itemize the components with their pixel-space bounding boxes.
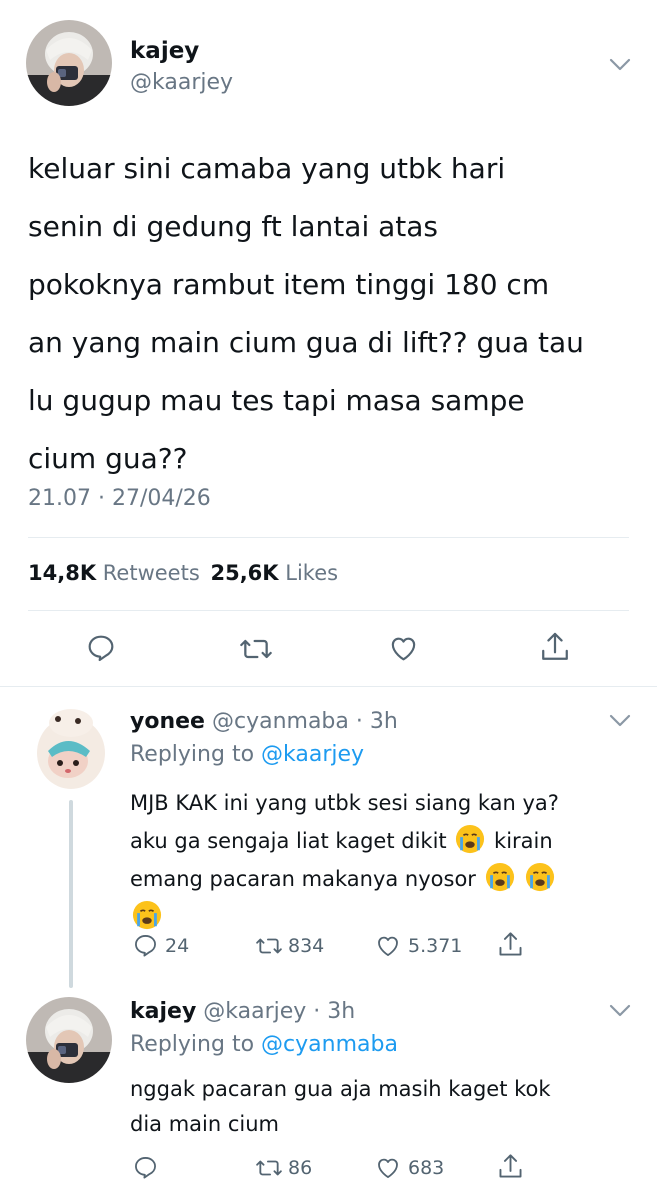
reply-reply-button[interactable] <box>132 1154 159 1181</box>
reply-share-button[interactable] <box>497 1152 524 1181</box>
replying-to: Replying to @cyanmaba <box>130 1032 398 1057</box>
reply-icon <box>88 635 114 662</box>
retweet-count: 834 <box>288 935 325 957</box>
replying-to-link[interactable]: @cyanmaba <box>261 1032 398 1057</box>
share-icon <box>542 632 568 660</box>
reply-button[interactable] <box>85 632 117 664</box>
author-name[interactable]: kajey <box>130 38 199 64</box>
reply-text-fragment: emang pacaran makanya nyosor <box>130 867 476 891</box>
likes-count[interactable]: 25,6K <box>210 561 278 585</box>
tweet-text-line: an yang main cium gua di lift?? gua tau <box>28 326 584 359</box>
chevron-down-icon[interactable] <box>609 58 631 72</box>
tweet-timestamp[interactable]: 21.07 · 27/04/26 <box>28 486 211 511</box>
reply-icon <box>135 1157 156 1179</box>
retweets-label[interactable]: Retweets <box>103 561 200 585</box>
reply-like-button[interactable]: 5.371 <box>374 932 462 959</box>
reply-author-handle[interactable]: @cyanmaba · 3h <box>212 709 398 734</box>
crying-emoji-icon <box>132 900 162 930</box>
share-button[interactable] <box>539 630 571 664</box>
reply-share-button[interactable] <box>497 930 524 959</box>
chevron-down-icon[interactable] <box>609 1004 631 1018</box>
share-icon <box>499 932 522 956</box>
retweet-icon <box>256 938 282 954</box>
replying-to: Replying to @kaarjey <box>130 742 364 767</box>
reply-avatar[interactable] <box>26 997 112 1083</box>
retweet-button[interactable] <box>238 633 274 665</box>
reply-retweet-button[interactable]: 86 <box>254 1155 312 1181</box>
reply-retweet-button[interactable]: 834 <box>254 933 324 959</box>
author-handle[interactable]: @kaarjey <box>130 70 233 95</box>
tweet-text-line: lu gugup mau tes tapi masa sampe <box>28 384 525 417</box>
tweet-text-line: senin di gedung ft lantai atas <box>28 210 439 243</box>
author-avatar[interactable] <box>26 20 112 106</box>
like-icon <box>378 1158 398 1178</box>
divider <box>28 610 629 611</box>
reply-reply-button[interactable]: 24 <box>132 932 189 959</box>
reply-text-line <box>130 898 559 936</box>
retweet-icon <box>256 1160 282 1176</box>
like-count: 683 <box>408 1156 445 1179</box>
reply-text-fragment: aku ga sengaja liat kaget dikit <box>130 829 447 853</box>
replying-label: Replying to <box>130 1032 255 1057</box>
reply-author-name[interactable]: yonee <box>130 709 205 734</box>
thread-line <box>69 800 73 988</box>
share-icon <box>499 1154 522 1178</box>
chevron-down-icon[interactable] <box>609 714 631 728</box>
replying-label: Replying to <box>130 742 255 767</box>
like-icon <box>391 637 416 661</box>
retweet-count: 86 <box>288 1157 313 1179</box>
reply-text-fragment: kirain <box>494 829 553 853</box>
reply-text-line: aku ga sengaja liat kaget dikit kirain <box>130 822 559 860</box>
tweet-text-line: keluar sini camaba yang utbk hari <box>28 152 506 185</box>
crying-emoji-icon <box>455 824 485 854</box>
crying-emoji-icon <box>485 862 515 892</box>
tweet-text-line: pokoknya rambut item tinggi 180 cm <box>28 268 550 301</box>
reply-text-line: MJB KAK ini yang utbk sesi siang kan ya? <box>130 791 559 815</box>
reply-header: yonee @cyanmaba · 3h <box>130 709 398 734</box>
like-button[interactable] <box>387 632 420 664</box>
retweet-icon <box>240 639 272 659</box>
reply-text-line: nggak pacaran gua aja masih kaget kok <box>130 1077 551 1101</box>
reply-text-line: emang pacaran makanya nyosor <box>130 860 559 898</box>
like-count: 5.371 <box>408 934 463 957</box>
reply-text-line: dia main cium <box>130 1112 279 1136</box>
tweet-text-line: cium gua?? <box>28 442 188 475</box>
engagement-stats: 14,8K Retweets 25,6K Likes <box>28 561 338 585</box>
reply-count: 24 <box>165 934 190 957</box>
divider <box>0 686 657 687</box>
reply-icon <box>135 935 156 957</box>
divider <box>28 537 629 538</box>
reply-author-handle[interactable]: @kaarjey · 3h <box>203 999 355 1024</box>
replying-to-link[interactable]: @kaarjey <box>261 742 364 767</box>
tweet-text: keluar sini camaba yang utbk hari senin … <box>28 140 584 488</box>
reply-text: MJB KAK ini yang utbk sesi siang kan ya?… <box>130 784 559 936</box>
retweets-count[interactable]: 14,8K <box>28 561 96 585</box>
reply-header: kajey @kaarjey · 3h <box>130 999 355 1024</box>
crying-emoji-icon <box>525 862 555 892</box>
reply-author-name[interactable]: kajey <box>130 999 196 1024</box>
reply-like-button[interactable]: 683 <box>374 1154 444 1181</box>
reply-avatar[interactable] <box>28 705 114 791</box>
reply-text: nggak pacaran gua aja masih kaget kok di… <box>130 1072 551 1142</box>
like-icon <box>378 936 398 956</box>
likes-label[interactable]: Likes <box>285 561 338 585</box>
